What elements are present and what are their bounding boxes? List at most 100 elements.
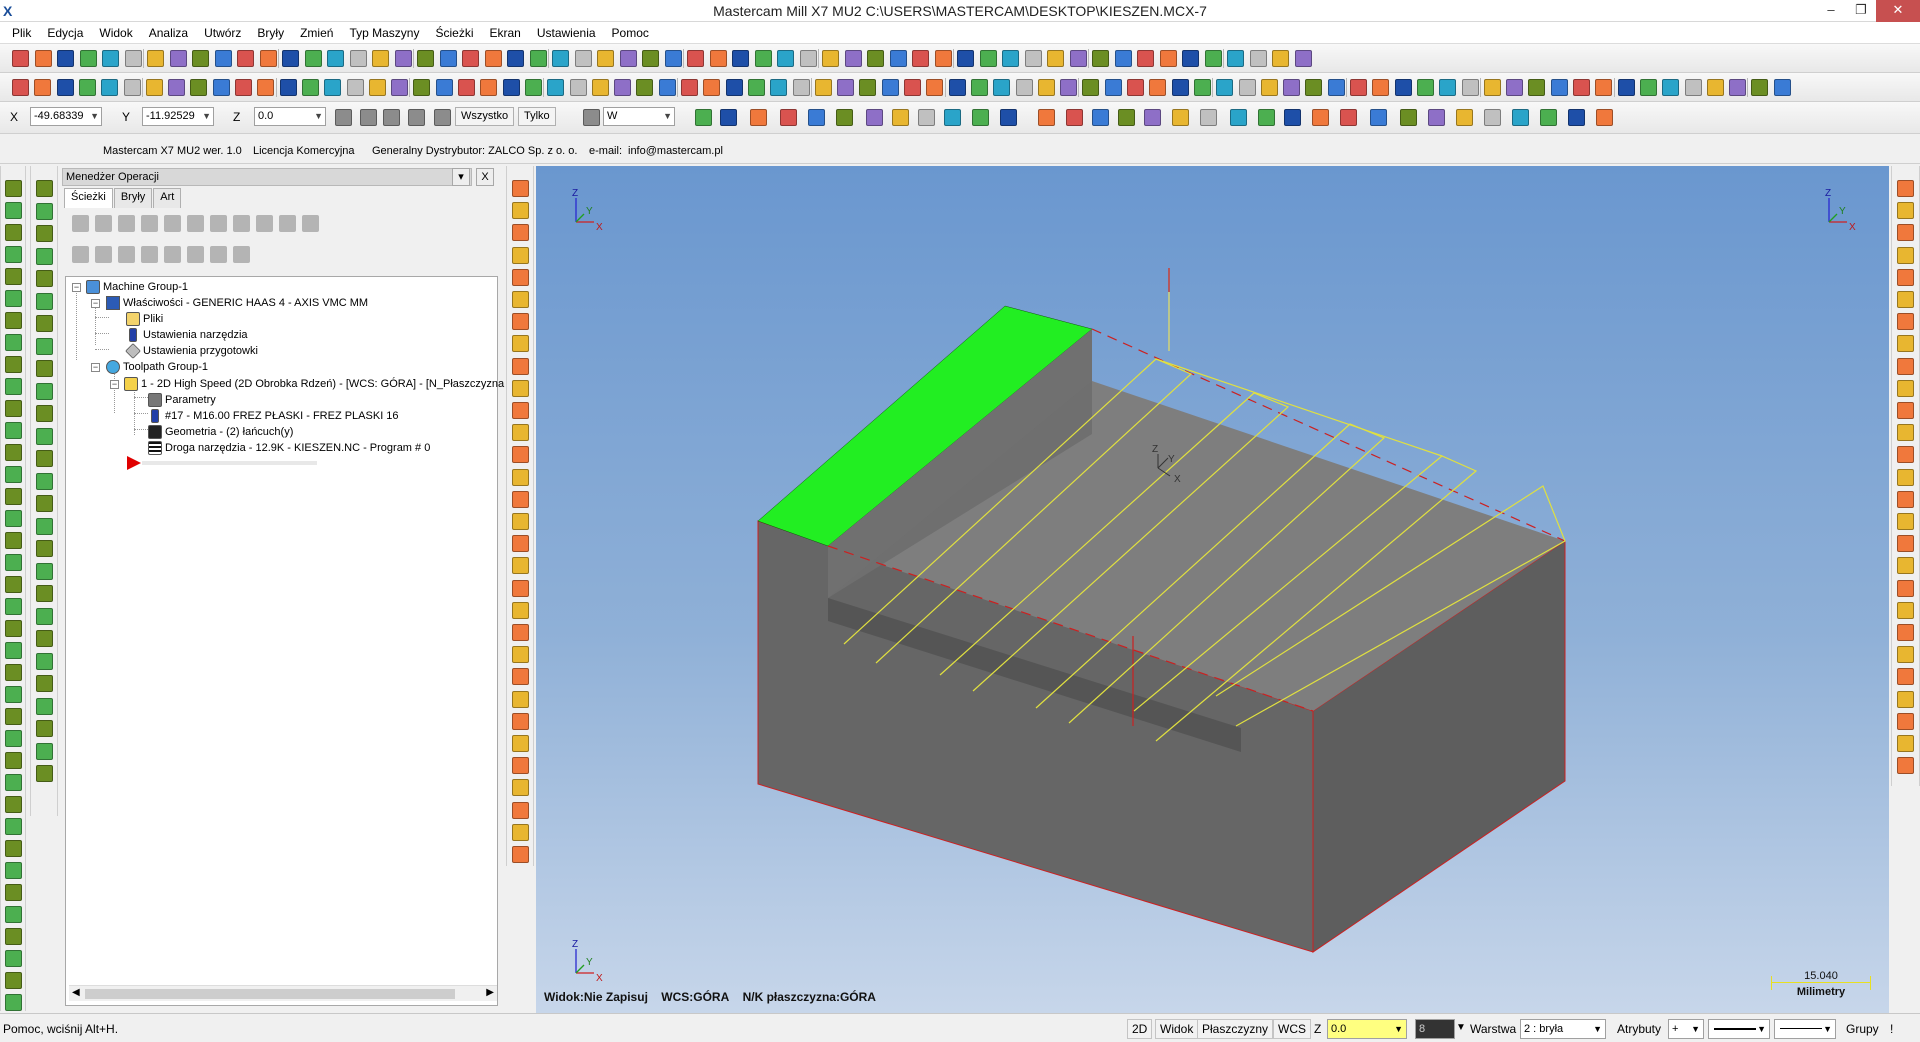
menu-solids[interactable]: Bryły: [249, 26, 292, 40]
side-tool-icon[interactable]: [512, 735, 529, 752]
toolbar-tool-icon[interactable]: [1512, 109, 1529, 126]
side-tool-icon[interactable]: [36, 517, 53, 535]
side-tool-icon[interactable]: [1897, 535, 1914, 553]
side-tool-icon[interactable]: [5, 620, 22, 637]
x-coord-input[interactable]: -49.68339 ▼: [30, 107, 102, 126]
toolbar-tool-icon[interactable]: [507, 50, 524, 67]
side-tool-icon[interactable]: [5, 224, 22, 241]
toolbar-tool-icon[interactable]: [102, 50, 119, 67]
side-tool-icon[interactable]: [1897, 313, 1914, 331]
toolbar-tool-icon[interactable]: [1200, 109, 1217, 126]
toolbar-tool-icon[interactable]: [591, 79, 609, 96]
menu-view[interactable]: Widok: [91, 26, 140, 40]
side-tool-icon[interactable]: [5, 510, 22, 527]
color-selector[interactable]: 8: [1415, 1019, 1455, 1039]
toolbar-tool-icon[interactable]: [192, 50, 209, 67]
toolbar-tool-icon[interactable]: [1069, 50, 1087, 67]
side-tool-icon[interactable]: [1897, 224, 1914, 242]
toolbar-tool-icon[interactable]: [1216, 79, 1234, 96]
toolbar-tool-icon[interactable]: [1260, 79, 1278, 96]
toolbar-tool-icon[interactable]: [1596, 109, 1613, 126]
chevron-down-icon[interactable]: ▼: [90, 108, 99, 125]
side-tool-icon[interactable]: [36, 225, 53, 242]
side-tool-icon[interactable]: [5, 906, 22, 923]
menu-create[interactable]: Utwórz: [196, 26, 249, 40]
side-tool-icon[interactable]: [512, 357, 529, 375]
operation-tool-icon[interactable]: [95, 215, 112, 232]
operation-tool-icon[interactable]: [141, 215, 158, 232]
side-tool-icon[interactable]: [1897, 402, 1914, 419]
menu-edit[interactable]: Edycja: [39, 26, 91, 40]
toolbar-tool-icon[interactable]: [1729, 79, 1747, 96]
side-tool-icon[interactable]: [36, 697, 53, 715]
toolbar-tool-icon[interactable]: [1706, 79, 1724, 96]
side-tool-icon[interactable]: [512, 446, 529, 464]
toolbar-tool-icon[interactable]: [435, 79, 453, 96]
toolbar-tool-icon[interactable]: [1394, 79, 1412, 96]
toolbar-tool-icon[interactable]: [190, 79, 208, 96]
toolbar-tool-icon[interactable]: [1015, 79, 1033, 96]
tree-item-tool-settings[interactable]: Ustawienia narzędzia: [126, 327, 248, 343]
toolbar-tool-icon[interactable]: [212, 79, 230, 96]
operation-tool-icon[interactable]: [118, 215, 135, 232]
level-label[interactable]: Warstwa: [1470, 1022, 1516, 1036]
side-tool-icon[interactable]: [512, 224, 529, 242]
menu-machine-type[interactable]: Typ Maszyny: [341, 26, 427, 40]
toolbar-tool-icon[interactable]: [747, 79, 765, 96]
operation-tool-icon[interactable]: [233, 215, 250, 232]
chevron-down-icon[interactable]: ▼: [1593, 1020, 1602, 1038]
toolbar-tool-icon[interactable]: [1340, 109, 1357, 126]
toolbar-tool-icon[interactable]: [814, 79, 832, 96]
chevron-down-icon[interactable]: ▼: [1456, 1022, 1466, 1033]
tree-collapse-toggle[interactable]: −: [91, 299, 100, 308]
side-tool-icon[interactable]: [1897, 357, 1914, 375]
toolbar-tool-icon[interactable]: [658, 79, 676, 96]
toolbar-tool-icon[interactable]: [1416, 79, 1434, 96]
side-tool-icon[interactable]: [512, 490, 529, 508]
select-all-button[interactable]: Wszystko: [455, 107, 515, 126]
toolbar-tool-icon[interactable]: [327, 50, 344, 67]
line-style-select[interactable]: ▼: [1708, 1019, 1770, 1039]
toolbar-tool-icon[interactable]: [1439, 79, 1457, 96]
toolbar-tool-icon[interactable]: [780, 109, 797, 126]
side-tool-icon[interactable]: [1897, 180, 1914, 197]
operation-tool-icon[interactable]: [210, 246, 227, 263]
tree-item-files[interactable]: Pliki: [126, 311, 163, 327]
toolbar-tool-icon[interactable]: [1092, 109, 1109, 126]
selection-mode-select[interactable]: W ▼: [603, 107, 675, 126]
view-status[interactable]: Widok:Nie Zapisuj: [544, 990, 648, 1004]
minimize-button[interactable]: –: [1816, 0, 1846, 22]
gview-button[interactable]: Widok: [1155, 1019, 1199, 1039]
toolbar-tool-icon[interactable]: [866, 109, 883, 126]
side-tool-icon[interactable]: [36, 720, 53, 737]
tree-collapse-toggle[interactable]: −: [72, 283, 81, 292]
side-tool-icon[interactable]: [1897, 601, 1914, 619]
toolbar-tool-icon[interactable]: [56, 79, 74, 96]
side-tool-icon[interactable]: [1897, 379, 1914, 397]
panel-menu-button[interactable]: ▾: [452, 168, 470, 186]
side-tool-icon[interactable]: [512, 513, 529, 530]
toolbar-tool-icon[interactable]: [709, 50, 727, 67]
side-tool-icon[interactable]: [5, 466, 22, 483]
toolbar-tool-icon[interactable]: [1528, 79, 1546, 96]
side-tool-icon[interactable]: [512, 823, 529, 841]
side-tool-icon[interactable]: [512, 313, 529, 331]
side-tool-icon[interactable]: [512, 712, 529, 730]
tree-item-stock-settings[interactable]: Ustawienia przygotowki: [125, 343, 258, 359]
side-tool-icon[interactable]: [512, 535, 529, 553]
toolbar-tool-icon[interactable]: [1193, 79, 1211, 96]
tree-collapse-toggle[interactable]: −: [110, 380, 119, 389]
toolbar-tool-icon[interactable]: [970, 79, 988, 96]
toolbar-tool-icon[interactable]: [529, 50, 547, 67]
operations-tree[interactable]: − Machine Group-1 − Właściwości - GENERI…: [65, 276, 504, 1006]
toolbar-tool-icon[interactable]: [480, 79, 498, 96]
side-tool-icon[interactable]: [5, 862, 22, 879]
side-tool-icon[interactable]: [5, 444, 22, 461]
panel-close-button[interactable]: X: [476, 168, 494, 186]
toolbar-tool-icon[interactable]: [993, 79, 1011, 96]
side-tool-icon[interactable]: [512, 246, 529, 264]
toolbar-tool-icon[interactable]: [324, 79, 342, 96]
toolbar-tool-icon[interactable]: [777, 50, 794, 67]
side-tool-icon[interactable]: [1897, 668, 1914, 686]
toolbar-tool-icon[interactable]: [867, 50, 884, 67]
